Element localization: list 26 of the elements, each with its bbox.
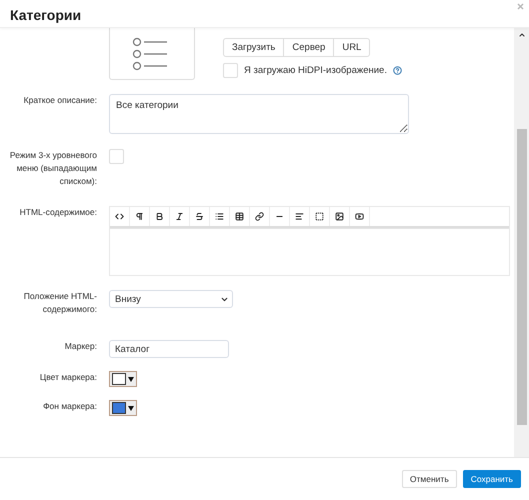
color-picker[interactable]	[109, 400, 137, 416]
marker-field[interactable]: Каталог	[109, 340, 229, 358]
checkbox[interactable]	[109, 149, 124, 164]
position-select[interactable]: Внизу	[109, 290, 233, 308]
upload-source-button[interactable]: Загрузить	[223, 38, 284, 57]
dialog-title: Категории	[10, 7, 82, 23]
field-label: Цвет маркера:	[38, 371, 97, 384]
scrollbar[interactable]	[514, 28, 529, 457]
upload-source-button[interactable]: Сервер	[283, 38, 334, 57]
field-label: Фон маркера:	[42, 400, 97, 413]
field-label: Положение HTML-содержимого:	[22, 290, 97, 316]
checkbox-label: Я загружаю HiDPI-изображение.	[244, 65, 387, 76]
upload-source-button[interactable]: URL	[333, 38, 370, 57]
triangle-icon	[128, 376, 134, 382]
help-icon[interactable]	[392, 66, 402, 75]
field-label: Режим 3-х уровневого меню (выпадающим списком):	[8, 149, 97, 188]
scroll-up-icon[interactable]	[518, 31, 526, 39]
cancel-button[interactable]: Отменить	[402, 470, 457, 488]
save-button[interactable]: Сохранить	[462, 470, 521, 488]
triangle-icon	[128, 406, 134, 410]
color-picker[interactable]	[109, 371, 137, 387]
field-label: Краткое описание:	[22, 94, 97, 107]
field-label: HTML-содержимое:	[18, 206, 97, 219]
description-field[interactable]: Все категории	[109, 94, 409, 134]
checkbox[interactable]	[223, 63, 238, 78]
field-label: Маркер:	[64, 340, 97, 353]
